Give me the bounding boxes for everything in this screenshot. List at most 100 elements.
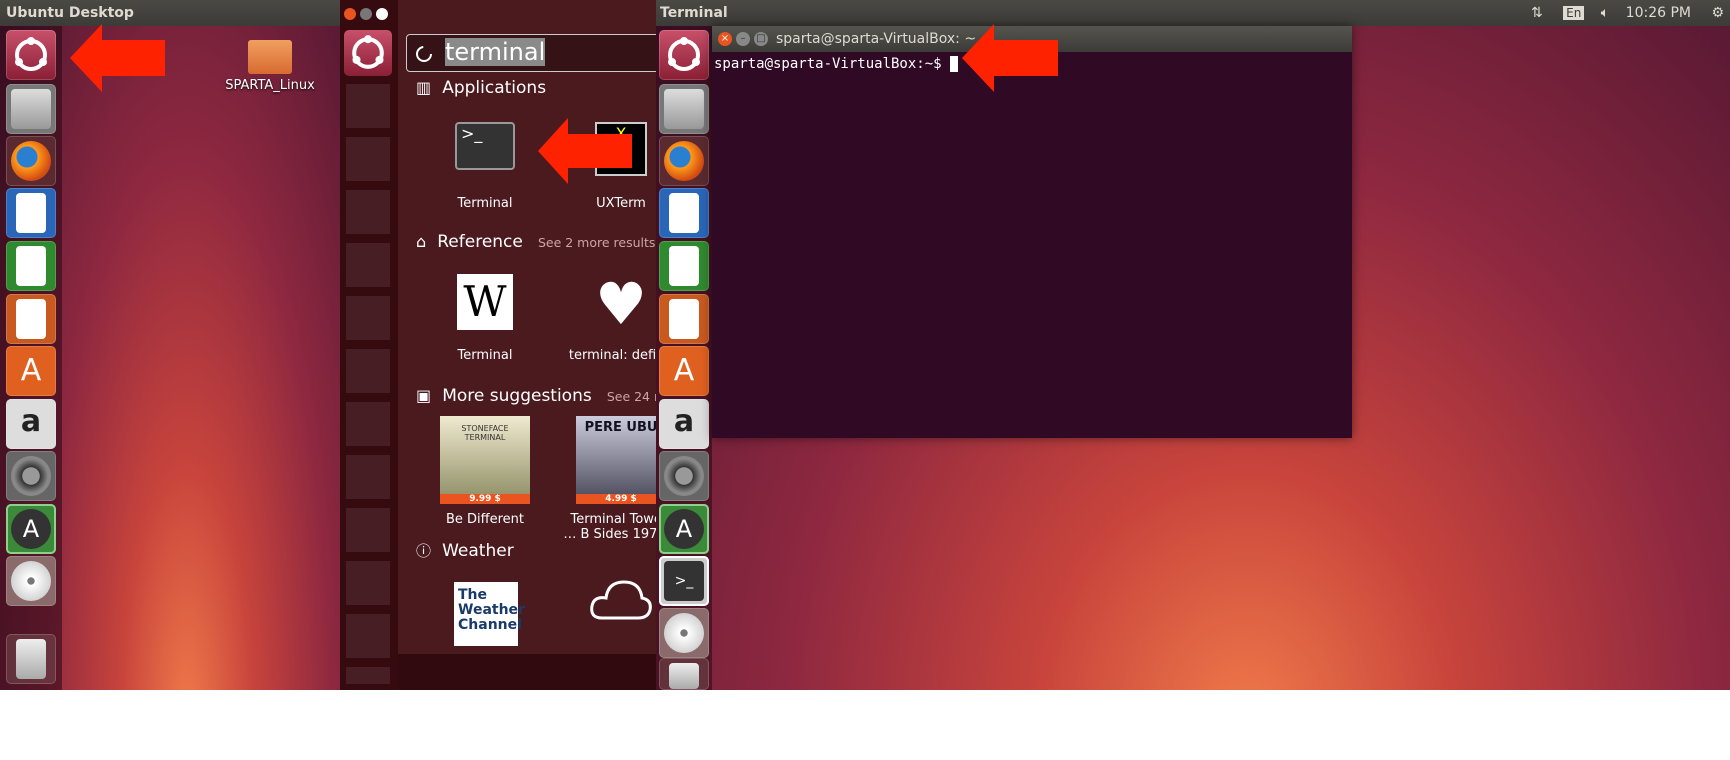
software-center-button[interactable]: A [6, 346, 56, 396]
network-icon[interactable]: ⇅ [1531, 5, 1543, 21]
minimize-dash-button[interactable] [360, 8, 372, 20]
indicators: ⇅ En 🔈︎ 10:26 PM ⚙ [1531, 0, 1730, 26]
calc-button[interactable] [659, 241, 709, 291]
terminal-window-title: sparta@sparta-VirtualBox: ~ [776, 31, 977, 47]
suggestions-see-more[interactable]: See 24 more r [607, 389, 656, 404]
amazon-button[interactable]: a [659, 399, 709, 449]
amazon-icon: a [20, 404, 42, 439]
launcher: A a A [0, 26, 62, 690]
dvd-icon [664, 613, 704, 653]
album-cover-stoneface: STONEFACE TERMINAL 9.99 $ [440, 416, 530, 504]
folder-label: SPARTA_Linux [225, 78, 315, 93]
result-definition[interactable]: ♥ terminal: definit [556, 274, 656, 363]
applications-icon: ▥ [416, 78, 432, 97]
dvd-button[interactable] [6, 556, 56, 606]
reference-see-more[interactable]: See 2 more results [538, 235, 655, 250]
writer-button[interactable] [6, 188, 56, 238]
info-icon: ⓘ [416, 542, 432, 560]
ubuntu-dash-icon [668, 37, 700, 71]
applications-header[interactable]: ▥ Applications [416, 78, 546, 98]
cloud-icon [590, 580, 652, 620]
weather-channel-logo[interactable]: The Weather Channel [454, 582, 525, 646]
search-box[interactable]: terminal [406, 34, 656, 72]
result-wikipedia[interactable]: W Terminal [420, 274, 550, 363]
panel-terminal: Terminal ⇅ En 🔈︎ 10:26 PM ⚙ A a A >_ × –… [656, 0, 1730, 690]
reference-icon: ⌂ [416, 232, 427, 251]
shopping-bag-icon: ▣ [416, 386, 432, 405]
software-updater-button[interactable]: A [6, 504, 56, 554]
calc-icon [16, 246, 46, 286]
dvd-button[interactable] [659, 608, 709, 658]
impress-icon [16, 299, 46, 339]
ubuntu-dash-icon [352, 35, 384, 69]
album-cover-pere-ubu: PERE UBU 4.99 $ [576, 416, 656, 504]
annotation-arrow [70, 24, 165, 92]
window-title: Ubuntu Desktop [6, 5, 134, 21]
weather-header[interactable]: ⓘ Weather [416, 540, 514, 561]
heart-icon: ♥ [595, 270, 647, 338]
firefox-icon [664, 141, 704, 181]
software-updater-icon: A [11, 509, 51, 549]
launcher: A a A >_ [656, 26, 712, 690]
amazon-button[interactable]: a [6, 399, 56, 449]
files-icon [664, 89, 704, 129]
suggestion-terminal-tower[interactable]: PERE UBU 4.99 $ Terminal Tower: … B Side… [556, 416, 656, 542]
terminal-launcher-button[interactable]: >_ [659, 556, 709, 606]
maximize-button[interactable]: □ [754, 32, 768, 46]
ubuntu-dash-button[interactable] [659, 30, 709, 80]
trash-button[interactable] [659, 658, 709, 690]
ubuntu-dash-button[interactable] [344, 30, 392, 76]
suggestions-header[interactable]: ▣ More suggestions See 24 more r [416, 386, 656, 406]
files-button[interactable] [659, 84, 709, 134]
firefox-button[interactable] [659, 136, 709, 186]
calc-button[interactable] [6, 241, 56, 291]
result-terminal-app[interactable]: >_ Terminal [420, 122, 550, 211]
close-dash-button[interactable] [344, 8, 356, 20]
software-updater-button[interactable]: A [659, 504, 709, 554]
calc-icon [669, 246, 699, 286]
files-icon [11, 89, 51, 129]
amazon-icon: a [673, 404, 695, 439]
writer-icon [16, 193, 46, 233]
suggestion-be-different[interactable]: STONEFACE TERMINAL 9.99 $ Be Different [420, 416, 550, 527]
files-button[interactable] [6, 84, 56, 134]
software-updater-icon: A [664, 509, 704, 549]
system-settings-button[interactable] [659, 451, 709, 501]
clock[interactable]: 10:26 PM [1626, 5, 1691, 21]
keyboard-indicator[interactable]: En [1563, 6, 1585, 20]
firefox-button[interactable] [6, 136, 56, 186]
price-tag: 9.99 $ [440, 494, 530, 504]
firefox-icon [11, 141, 51, 181]
close-button[interactable]: × [718, 32, 732, 46]
terminal-app-icon: >_ [455, 122, 515, 170]
panel-desktop: Ubuntu Desktop A a A SPARTA_Linux [0, 0, 340, 690]
volume-icon[interactable]: 🔈︎ [1601, 5, 1609, 21]
wikipedia-icon: W [457, 274, 513, 330]
dvd-icon [11, 561, 51, 601]
terminal-cursor [950, 56, 959, 72]
trash-icon [16, 639, 46, 679]
writer-button[interactable] [659, 188, 709, 238]
top-panel: Ubuntu Desktop [0, 0, 340, 26]
system-settings-button[interactable] [6, 451, 56, 501]
search-input[interactable]: terminal [445, 38, 546, 66]
folder-icon [248, 40, 292, 74]
ubuntu-dash-icon [15, 37, 47, 71]
reference-header[interactable]: ⌂ Reference See 2 more results ▸ [416, 232, 656, 252]
impress-button[interactable] [659, 294, 709, 344]
desktop-folder[interactable]: SPARTA_Linux [220, 40, 320, 93]
annotation-arrow [962, 24, 1058, 92]
gear-icon[interactable]: ⚙ [1711, 5, 1724, 21]
app-title: Terminal [660, 5, 728, 21]
impress-icon [669, 299, 699, 339]
software-center-icon: A [20, 353, 42, 388]
price-tag: 4.99 $ [576, 494, 656, 504]
ubuntu-dash-button[interactable] [6, 30, 56, 80]
software-center-button[interactable]: A [659, 346, 709, 396]
impress-button[interactable] [6, 294, 56, 344]
terminal-prompt: sparta@sparta-VirtualBox:~$ [714, 56, 951, 72]
trash-button[interactable] [6, 634, 56, 684]
minimize-button[interactable]: – [736, 32, 750, 46]
terminal-icon: >_ [664, 561, 704, 601]
maximize-dash-button[interactable] [376, 8, 388, 20]
